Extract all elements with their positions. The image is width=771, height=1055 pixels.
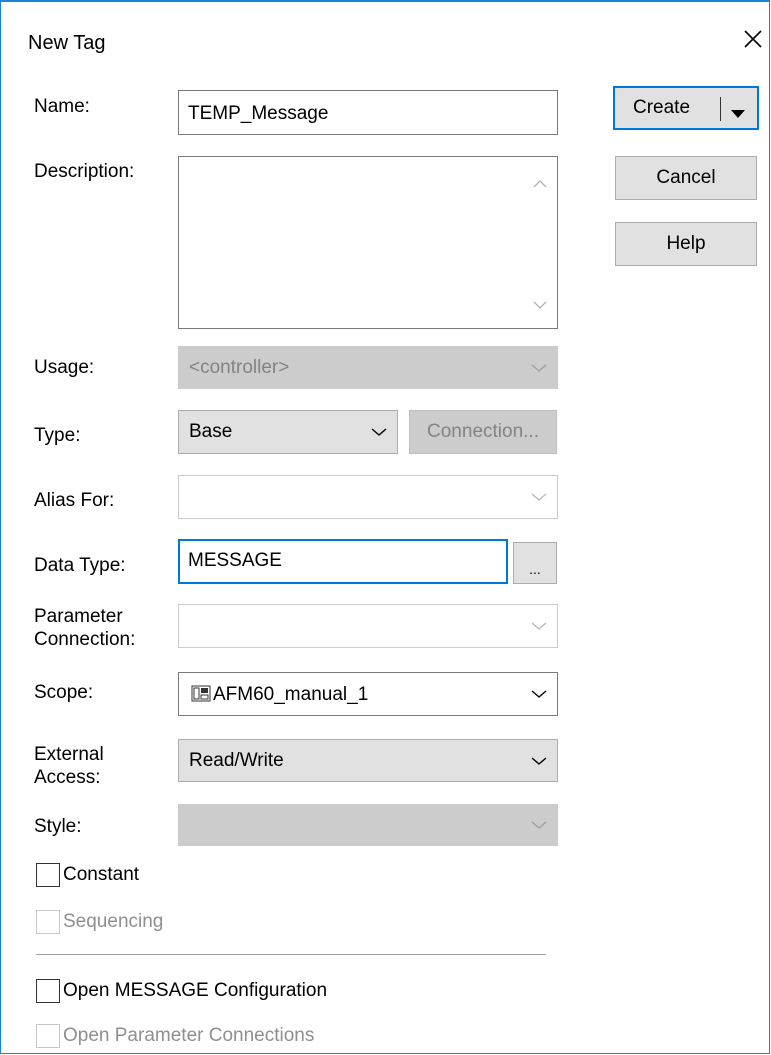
- alias-for-label: Alias For:: [34, 490, 115, 511]
- external-access-value: Read/Write: [189, 749, 284, 771]
- data-type-value: MESSAGE: [188, 550, 282, 571]
- sequencing-checkbox[interactable]: [36, 910, 60, 934]
- description-label: Description:: [34, 161, 135, 182]
- help-button[interactable]: Help: [615, 222, 757, 266]
- external-access-label-line1: External: [34, 744, 104, 765]
- style-select[interactable]: [178, 804, 558, 846]
- chevron-down-icon: [531, 821, 547, 829]
- parameter-connection-label-line1: Parameter: [34, 606, 123, 627]
- name-input[interactable]: TEMP_Message: [178, 90, 558, 135]
- controller-icon: [191, 684, 211, 710]
- scroll-down-icon[interactable]: [533, 294, 547, 316]
- alias-for-select[interactable]: [178, 475, 558, 519]
- dropdown-arrow-icon[interactable]: [730, 103, 746, 125]
- chevron-down-icon: [531, 363, 547, 372]
- parameter-connection-select[interactable]: [178, 604, 558, 648]
- description-textarea[interactable]: [178, 156, 558, 329]
- sequencing-label[interactable]: Sequencing: [63, 911, 163, 933]
- external-access-select[interactable]: Read/Write: [178, 739, 558, 782]
- scroll-up-icon[interactable]: [533, 173, 547, 195]
- open-message-configuration-checkbox[interactable]: [36, 979, 60, 1003]
- name-label: Name:: [34, 96, 90, 117]
- create-button[interactable]: Create: [613, 86, 759, 130]
- close-icon[interactable]: [738, 24, 768, 54]
- open-parameter-connections-checkbox[interactable]: [36, 1024, 60, 1048]
- constant-checkbox[interactable]: [36, 863, 60, 887]
- chevron-down-icon: [531, 493, 547, 501]
- style-label: Style:: [34, 816, 82, 837]
- usage-value: <controller>: [189, 356, 290, 378]
- new-tag-dialog: New Tag Name: TEMP_Message Description: …: [0, 0, 770, 1054]
- chevron-down-icon: [371, 428, 387, 436]
- chevron-down-icon: [531, 690, 547, 698]
- chevron-down-icon: [531, 756, 547, 765]
- chevron-down-icon: [531, 622, 547, 630]
- scope-value: AFM60_manual_1: [213, 684, 369, 705]
- create-button-label: Create: [633, 97, 691, 118]
- scope-label: Scope:: [34, 682, 94, 703]
- usage-label: Usage:: [34, 357, 95, 378]
- open-parameter-connections-label[interactable]: Open Parameter Connections: [63, 1025, 314, 1047]
- cancel-button[interactable]: Cancel: [615, 156, 757, 200]
- constant-label[interactable]: Constant: [63, 864, 139, 886]
- name-input-value: TEMP_Message: [188, 103, 329, 124]
- data-type-label: Data Type:: [34, 555, 126, 576]
- browse-data-type-button[interactable]: ...: [513, 542, 557, 584]
- external-access-label-line2: Access:: [34, 767, 101, 788]
- usage-select[interactable]: <controller>: [178, 346, 558, 389]
- type-value: Base: [189, 421, 233, 442]
- split-divider: [720, 97, 721, 121]
- dialog-title: New Tag: [28, 32, 106, 54]
- connection-button[interactable]: Connection...: [409, 410, 557, 454]
- type-select[interactable]: Base: [178, 410, 398, 454]
- scope-select[interactable]: AFM60_manual_1: [178, 672, 558, 716]
- separator: [36, 954, 546, 955]
- parameter-connection-label-line2: Connection:: [34, 629, 136, 650]
- data-type-input[interactable]: MESSAGE: [178, 539, 508, 584]
- type-label: Type:: [34, 425, 81, 446]
- open-message-configuration-label[interactable]: Open MESSAGE Configuration: [63, 980, 327, 1002]
